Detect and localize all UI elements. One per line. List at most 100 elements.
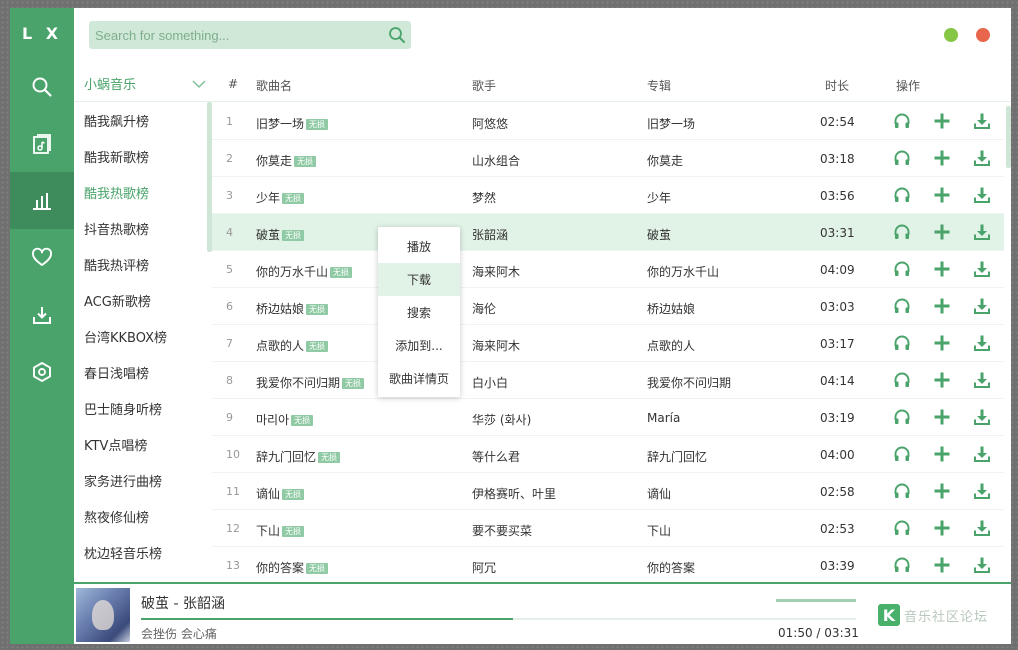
table-row[interactable]: 6 桥边姑娘 无损 海伦 桥边姑娘 03:03 [212, 288, 1004, 325]
add-to-list-button[interactable] [932, 481, 952, 501]
add-to-list-button[interactable] [932, 259, 952, 279]
context-menu-item[interactable]: 添加到... [378, 329, 460, 362]
song-artist: 要不要买菜 [472, 524, 533, 538]
play-button[interactable] [892, 296, 912, 316]
song-title-cell: 你莫走 无损 [256, 152, 317, 169]
context-menu-item[interactable]: 歌曲详情页 [378, 362, 460, 395]
play-button[interactable] [892, 370, 912, 390]
play-button[interactable] [892, 185, 912, 205]
play-button[interactable] [892, 407, 912, 427]
add-to-list-button[interactable] [932, 222, 952, 242]
row-actions [892, 370, 992, 390]
play-button[interactable] [892, 148, 912, 168]
progress-bar[interactable] [141, 618, 856, 620]
add-to-list-button[interactable] [932, 333, 952, 353]
source-item[interactable]: 台湾KKBOX榜 [74, 318, 206, 354]
download-button[interactable] [972, 407, 992, 427]
headphones-icon [894, 557, 910, 572]
table-row[interactable]: 3 少年 无损 梦然 少年 03:56 [212, 177, 1004, 214]
context-menu-item[interactable]: 下载 [378, 263, 460, 296]
col-title: 歌曲名 [256, 79, 293, 93]
source-select[interactable]: 小蜗音乐 [74, 66, 212, 102]
row-number: 3 [226, 189, 233, 202]
nav-downloads[interactable] [10, 286, 74, 343]
download-button[interactable] [972, 555, 992, 575]
play-button[interactable] [892, 111, 912, 131]
source-item[interactable]: 枕边轻音乐榜 [74, 534, 206, 570]
search-button[interactable] [383, 21, 411, 49]
headphones-icon [894, 520, 910, 535]
close-button[interactable] [976, 28, 990, 42]
source-item[interactable]: 酷我热评榜 [74, 246, 206, 282]
source-item[interactable]: 酷我飙升榜 [74, 102, 206, 138]
add-to-list-button[interactable] [932, 444, 952, 464]
table-row[interactable]: 9 마리아 无损 华莎 (화사) María 03:19 [212, 399, 1004, 436]
table-row[interactable]: 4 破茧 无损 张韶涵 破茧 03:31 [212, 214, 1004, 251]
add-to-list-button[interactable] [932, 185, 952, 205]
play-button[interactable] [892, 555, 912, 575]
add-to-list-button[interactable] [932, 111, 952, 131]
context-menu-item[interactable]: 搜索 [378, 296, 460, 329]
download-button[interactable] [972, 185, 992, 205]
play-button[interactable] [892, 444, 912, 464]
nav-leaderboard[interactable] [10, 172, 74, 229]
search-input[interactable] [95, 27, 383, 43]
download-button[interactable] [972, 148, 992, 168]
song-artist: 梦然 [472, 191, 497, 205]
source-item[interactable]: ACG新歌榜 [74, 282, 206, 318]
source-item[interactable]: 抖音热歌榜 [74, 210, 206, 246]
download-button[interactable] [972, 333, 992, 353]
add-to-list-button[interactable] [932, 555, 952, 575]
song-title-cell: 辞九门回忆 无损 [256, 448, 341, 465]
play-button[interactable] [892, 222, 912, 242]
table-row[interactable]: 13 你的答案 无损 阿冗 你的答案 03:39 [212, 547, 1004, 582]
nav-settings[interactable] [10, 343, 74, 400]
download-button[interactable] [972, 296, 992, 316]
album-cover[interactable] [76, 588, 130, 642]
source-item[interactable]: 古风流行榜 [74, 570, 206, 582]
source-item[interactable]: 巴士随身听榜 [74, 390, 206, 426]
table-scrollbar[interactable] [1006, 106, 1011, 168]
source-item[interactable]: 家务进行曲榜 [74, 462, 206, 498]
download-button[interactable] [972, 259, 992, 279]
table-row[interactable]: 8 我爱你不问归期 无损 白小白 我爱你不问归期 04:14 [212, 362, 1004, 399]
download-button[interactable] [972, 370, 992, 390]
source-item[interactable]: 春日浅唱榜 [74, 354, 206, 390]
add-to-list-button[interactable] [932, 518, 952, 538]
play-button[interactable] [892, 481, 912, 501]
table-row[interactable]: 7 点歌的人 无损 海来阿木 点歌的人 03:17 [212, 325, 1004, 362]
download-button[interactable] [972, 481, 992, 501]
play-button[interactable] [892, 518, 912, 538]
table-row[interactable]: 1 旧梦一场 无损 阿悠悠 旧梦一场 02:54 [212, 103, 1004, 140]
context-menu-item[interactable]: 播放 [378, 230, 460, 263]
add-to-list-button[interactable] [932, 148, 952, 168]
download-button[interactable] [972, 111, 992, 131]
source-item[interactable]: KTV点唱榜 [74, 426, 206, 462]
add-to-list-button[interactable] [932, 370, 952, 390]
volume-slider[interactable] [776, 599, 856, 602]
song-album: 我爱你不问归期 [647, 376, 732, 390]
lossless-badge: 无损 [294, 156, 317, 167]
song-artist: 海来阿木 [472, 265, 521, 279]
table-row[interactable]: 11 谪仙 无损 伊格赛听、叶里 谪仙 02:58 [212, 473, 1004, 510]
source-item[interactable]: 酷我热歌榜 [74, 174, 206, 210]
download-button[interactable] [972, 518, 992, 538]
row-number: 8 [226, 374, 233, 387]
table-row[interactable]: 2 你莫走 无损 山水组合 你莫走 03:18 [212, 140, 1004, 177]
nav-my-music[interactable] [10, 115, 74, 172]
add-to-list-button[interactable] [932, 407, 952, 427]
play-button[interactable] [892, 333, 912, 353]
source-item[interactable]: 酷我新歌榜 [74, 138, 206, 174]
download-button[interactable] [972, 444, 992, 464]
add-to-list-button[interactable] [932, 296, 952, 316]
song-duration: 03:31 [820, 226, 855, 240]
nav-search[interactable] [10, 58, 74, 115]
minimize-button[interactable] [944, 28, 958, 42]
nav-favorites[interactable] [10, 229, 74, 286]
source-item[interactable]: 熬夜修仙榜 [74, 498, 206, 534]
download-button[interactable] [972, 222, 992, 242]
table-row[interactable]: 5 你的万水千山 无损 海来阿木 你的万水千山 04:09 [212, 251, 1004, 288]
play-button[interactable] [892, 259, 912, 279]
table-row[interactable]: 12 下山 无损 要不要买菜 下山 02:53 [212, 510, 1004, 547]
table-row[interactable]: 10 辞九门回忆 无损 等什么君 辞九门回忆 04:00 [212, 436, 1004, 473]
